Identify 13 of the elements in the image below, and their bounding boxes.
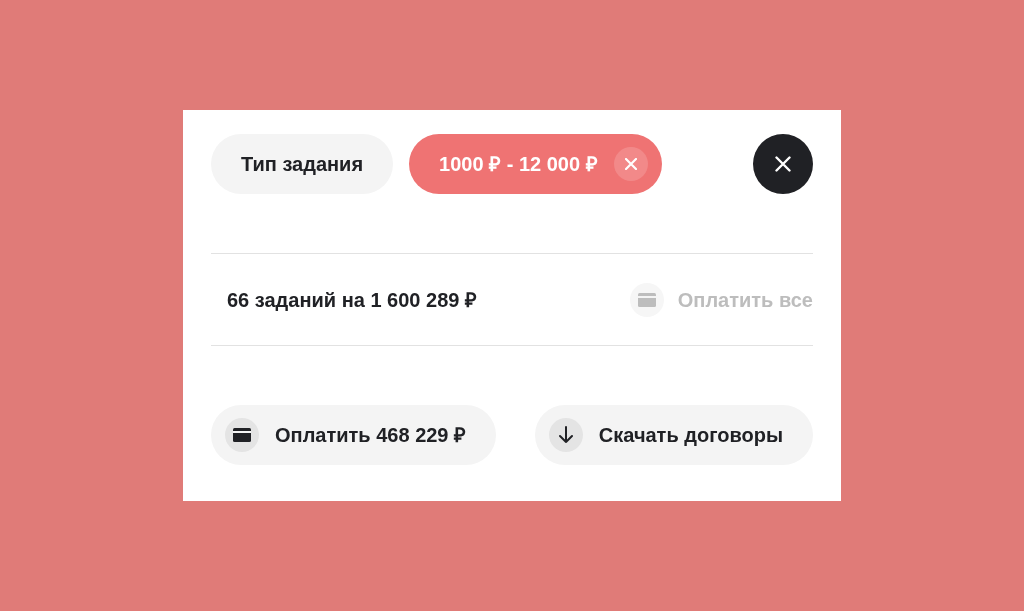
- summary-text: 66 заданий на 1 600 289 ₽: [227, 287, 477, 313]
- close-button[interactable]: [753, 134, 813, 194]
- close-icon: [775, 156, 791, 172]
- chip-label: Тип задания: [241, 152, 364, 177]
- pay-button[interactable]: Оплатить 468 229 ₽: [211, 405, 497, 465]
- clear-filter-button[interactable]: [613, 147, 648, 181]
- card-icon: [637, 292, 656, 307]
- close-icon: [624, 158, 637, 170]
- download-arrow-icon: [558, 426, 573, 444]
- chip-label: 1000 ₽ - 12 000 ₽: [439, 152, 598, 177]
- download-button[interactable]: Скачать договоры: [534, 405, 813, 465]
- card-icon: [233, 428, 251, 442]
- filter-chip[interactable]: Тип задания: [211, 134, 394, 194]
